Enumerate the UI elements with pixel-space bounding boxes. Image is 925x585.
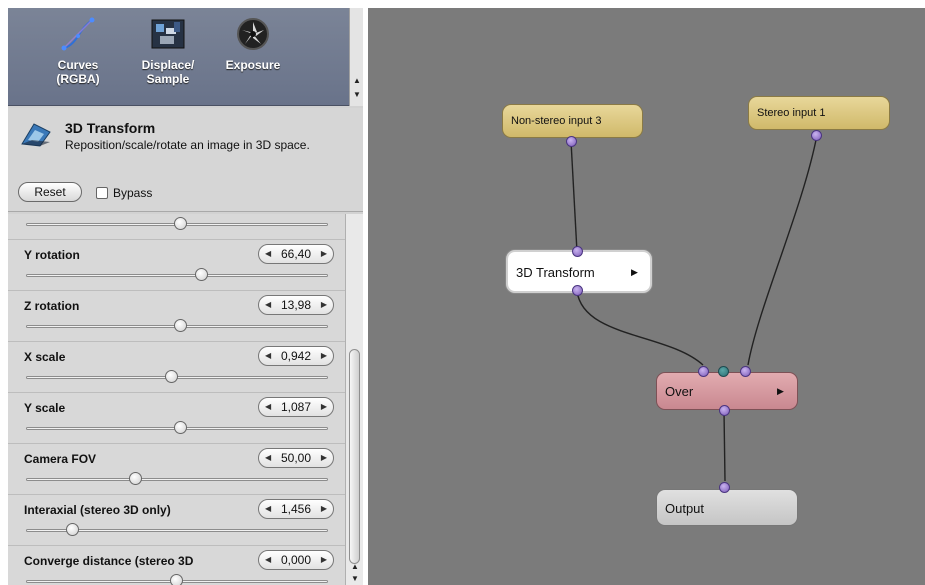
param-slider-track[interactable] xyxy=(26,274,328,277)
param-label: Camera FOV xyxy=(24,452,97,466)
param-slider-thumb[interactable] xyxy=(165,370,178,383)
decrement-arrow-icon[interactable]: ◀ xyxy=(265,449,271,467)
decrement-arrow-icon[interactable]: ◀ xyxy=(265,245,271,263)
param-value-field[interactable]: ◀ 1,087 ▶ xyxy=(258,397,334,417)
expand-arrow-icon[interactable]: ▶ xyxy=(631,267,638,278)
scroll-up-arrow-icon[interactable]: ▲ xyxy=(353,76,361,85)
param-slider-thumb[interactable] xyxy=(170,574,183,585)
decrement-arrow-icon[interactable]: ◀ xyxy=(265,347,271,365)
node-title: 3D Transform xyxy=(65,120,156,136)
param-row-y-scale: Y scale ◀ 1,087 ▶ xyxy=(8,393,345,444)
input-port[interactable] xyxy=(698,366,709,377)
param-row-y-rotation: Y rotation ◀ 66,40 ▶ xyxy=(8,240,345,291)
parameter-list: Y rotation ◀ 66,40 ▶ Z rotation ◀ 13,98 … xyxy=(8,214,345,585)
effects-browser-strip: Curves (RGBA) Displace/ Sample Exposure … xyxy=(8,8,363,106)
node-description: Reposition/scale/rotate an image in 3D s… xyxy=(65,138,310,152)
param-slider-thumb[interactable] xyxy=(174,319,187,332)
scroll-down-arrow-icon[interactable]: ▼ xyxy=(353,90,361,99)
input-port[interactable] xyxy=(572,246,583,257)
param-value-field[interactable]: ◀ 66,40 ▶ xyxy=(258,244,334,264)
reset-button[interactable]: Reset xyxy=(18,182,82,202)
bypass-label: Bypass xyxy=(113,186,153,200)
param-row-converge-distance: Converge distance (stereo 3D ◀ 0,000 ▶ xyxy=(8,546,345,585)
effect-exposure[interactable]: Exposure xyxy=(211,16,295,72)
node-graph-canvas[interactable]: Non-stereo input 3 Stereo input 1 3D Tra… xyxy=(368,8,925,585)
connection-wire xyxy=(570,140,578,253)
param-slider-thumb[interactable] xyxy=(66,523,79,536)
param-slider-thumb[interactable] xyxy=(174,421,187,434)
param-value-field[interactable]: ◀ 1,456 ▶ xyxy=(258,499,334,519)
increment-arrow-icon[interactable]: ▶ xyxy=(321,398,327,416)
param-value-field[interactable]: ◀ 0,942 ▶ xyxy=(258,346,334,366)
curves-icon xyxy=(61,17,95,51)
expand-arrow-icon[interactable]: ▶ xyxy=(777,386,784,397)
param-row-x-scale: X scale ◀ 0,942 ▶ xyxy=(8,342,345,393)
scroll-thumb[interactable] xyxy=(349,349,360,564)
bypass-checkbox[interactable] xyxy=(96,187,108,199)
param-row-interaxial: Interaxial (stereo 3D only) ◀ 1,456 ▶ xyxy=(8,495,345,546)
decrement-arrow-icon[interactable]: ◀ xyxy=(265,398,271,416)
input-port[interactable] xyxy=(740,366,751,377)
increment-arrow-icon[interactable]: ▶ xyxy=(321,449,327,467)
output-port[interactable] xyxy=(811,130,822,141)
param-label: Z rotation xyxy=(24,299,80,313)
param-row-partial xyxy=(8,214,345,240)
exposure-icon xyxy=(237,18,269,50)
increment-arrow-icon[interactable]: ▶ xyxy=(321,500,327,518)
3d-transform-icon xyxy=(21,123,51,147)
input-port[interactable] xyxy=(719,482,730,493)
param-slider-thumb[interactable] xyxy=(129,472,142,485)
effects-strip-scrollbar[interactable]: ▲ ▼ xyxy=(349,8,363,106)
displace-sample-icon xyxy=(151,19,185,49)
param-label: Interaxial (stereo 3D only) xyxy=(24,503,171,517)
increment-arrow-icon[interactable]: ▶ xyxy=(321,551,327,569)
param-slider-thumb[interactable] xyxy=(195,268,208,281)
param-value-field[interactable]: ◀ 13,98 ▶ xyxy=(258,295,334,315)
node-stereo-input-1[interactable]: Stereo input 1 xyxy=(748,96,890,130)
scroll-up-arrow-icon[interactable]: ▲ xyxy=(351,562,359,571)
decrement-arrow-icon[interactable]: ◀ xyxy=(265,551,271,569)
effect-displace-sample[interactable]: Displace/ Sample xyxy=(126,16,210,86)
param-slider-thumb[interactable] xyxy=(174,217,187,230)
increment-arrow-icon[interactable]: ▶ xyxy=(321,245,327,263)
connection-wire xyxy=(747,134,818,366)
increment-arrow-icon[interactable]: ▶ xyxy=(321,296,327,314)
node-output[interactable]: Output xyxy=(656,489,798,526)
inspector-panel: Curves (RGBA) Displace/ Sample Exposure … xyxy=(8,8,363,585)
decrement-arrow-icon[interactable]: ◀ xyxy=(265,500,271,518)
effect-curves-rgba[interactable]: Curves (RGBA) xyxy=(36,16,120,86)
node-info-area: 3D Transform Reposition/scale/rotate an … xyxy=(8,108,363,212)
param-label: Y rotation xyxy=(24,248,80,262)
connection-wire xyxy=(576,290,704,366)
node-graph-connections xyxy=(570,134,818,482)
output-port[interactable] xyxy=(572,285,583,296)
scroll-down-arrow-icon[interactable]: ▼ xyxy=(351,574,359,583)
connection-wire xyxy=(723,410,726,482)
param-label: Y scale xyxy=(24,401,66,415)
increment-arrow-icon[interactable]: ▶ xyxy=(321,347,327,365)
param-value-field[interactable]: ◀ 0,000 ▶ xyxy=(258,550,334,570)
decrement-arrow-icon[interactable]: ◀ xyxy=(265,296,271,314)
output-port[interactable] xyxy=(719,405,730,416)
mask-input-port[interactable] xyxy=(718,366,729,377)
param-slider-track[interactable] xyxy=(26,478,328,481)
param-row-camera-fov: Camera FOV ◀ 50,00 ▶ xyxy=(8,444,345,495)
param-value-field[interactable]: ◀ 50,00 ▶ xyxy=(258,448,334,468)
param-row-z-rotation: Z rotation ◀ 13,98 ▶ xyxy=(8,291,345,342)
node-non-stereo-input-3[interactable]: Non-stereo input 3 xyxy=(502,104,643,138)
node-over[interactable]: Over ▶ xyxy=(656,372,798,410)
param-label: Converge distance (stereo 3D xyxy=(24,554,194,568)
output-port[interactable] xyxy=(566,136,577,147)
param-label: X scale xyxy=(24,350,66,364)
parameter-list-scrollbar[interactable]: ▲ ▼ xyxy=(345,214,363,585)
